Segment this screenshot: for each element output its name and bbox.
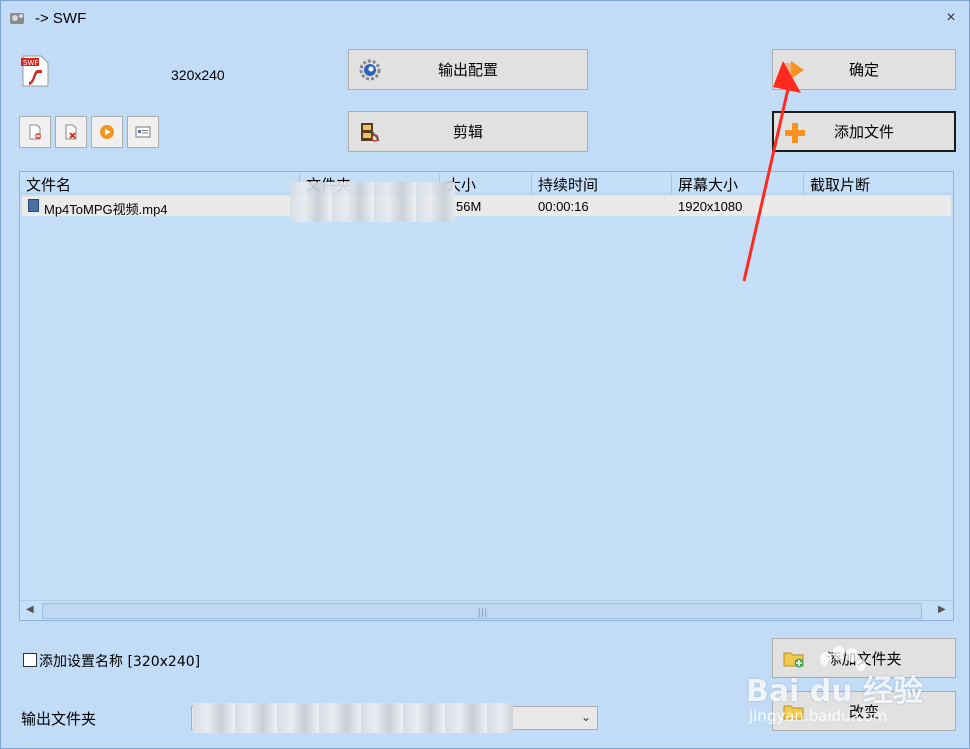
- cell-filename: Mp4ToMPG视频.mp4: [44, 202, 168, 217]
- close-button[interactable]: ×: [939, 7, 963, 29]
- play-icon: [100, 125, 114, 139]
- profile-resolution: 320x240: [171, 67, 225, 83]
- app-window: -> SWF × SWF 320x240 输出配置 剪辑 确定 添加文件 文件名…: [0, 0, 970, 749]
- grip-icon: |||: [478, 607, 489, 617]
- file-list[interactable]: 文件名 文件夹 大小 持续时间 屏幕大小 截取片断 Mp4ToMPG视频.mp4…: [19, 171, 954, 621]
- add-file-label: 添加文件: [833, 124, 894, 141]
- list-header: 文件名 文件夹 大小 持续时间 屏幕大小 截取片断: [20, 172, 953, 194]
- watermark-text: Bai du 经验: [746, 674, 924, 709]
- add-setting-name-label: 添加设置名称 [320x240]: [39, 654, 201, 670]
- col-header-clip[interactable]: 截取片断: [804, 174, 953, 194]
- col-header-screen-size[interactable]: 屏幕大小: [672, 174, 804, 194]
- clip-button[interactable]: 剪辑: [348, 111, 588, 152]
- output-config-label: 输出配置: [437, 62, 498, 79]
- redacted-output-path: [193, 703, 513, 733]
- watermark-url: jingyan.baidu.com: [749, 707, 888, 725]
- remove-file-icon: [29, 124, 41, 140]
- info-tool[interactable]: [127, 116, 159, 148]
- info-icon: [135, 126, 151, 138]
- remove-file-tool[interactable]: [19, 116, 51, 148]
- horizontal-scrollbar[interactable]: ◀ ||| ▶: [20, 600, 953, 620]
- app-icon: [10, 13, 24, 24]
- swf-logo-text: SWF: [23, 59, 38, 67]
- cell-screen-size: 1920x1080: [678, 199, 743, 214]
- output-config-button[interactable]: 输出配置: [348, 49, 588, 90]
- confirm-label: 确定: [848, 62, 879, 79]
- add-file-button[interactable]: 添加文件: [772, 111, 956, 152]
- col-header-duration[interactable]: 持续时间: [532, 174, 672, 194]
- cell-size: 56M: [456, 199, 482, 214]
- delete-file-tool[interactable]: [55, 116, 87, 148]
- scroll-left-arrow-icon[interactable]: ◀: [26, 604, 34, 615]
- table-row[interactable]: Mp4ToMPG视频.mp4 56M 00:00:16 1920x1080: [22, 196, 951, 217]
- cell-duration: 00:00:16: [538, 199, 589, 214]
- redacted-folder-path: [290, 182, 455, 222]
- play-tool[interactable]: [91, 116, 123, 148]
- scroll-thumb[interactable]: |||: [42, 603, 922, 619]
- output-folder-label: 输出文件夹: [21, 711, 97, 728]
- col-header-filename[interactable]: 文件名: [20, 174, 300, 194]
- window-title: -> SWF: [35, 10, 87, 27]
- delete-file-icon: [65, 124, 77, 140]
- clip-label: 剪辑: [452, 124, 483, 141]
- swf-format-icon: SWF: [21, 55, 49, 87]
- confirm-button[interactable]: 确定: [772, 49, 956, 90]
- scroll-right-arrow-icon[interactable]: ▶: [938, 604, 946, 615]
- title-bar: -> SWF ×: [1, 1, 969, 35]
- add-setting-name-checkbox[interactable]: [23, 653, 37, 667]
- video-file-icon: [28, 199, 39, 212]
- chevron-down-icon: ⌄: [580, 710, 591, 724]
